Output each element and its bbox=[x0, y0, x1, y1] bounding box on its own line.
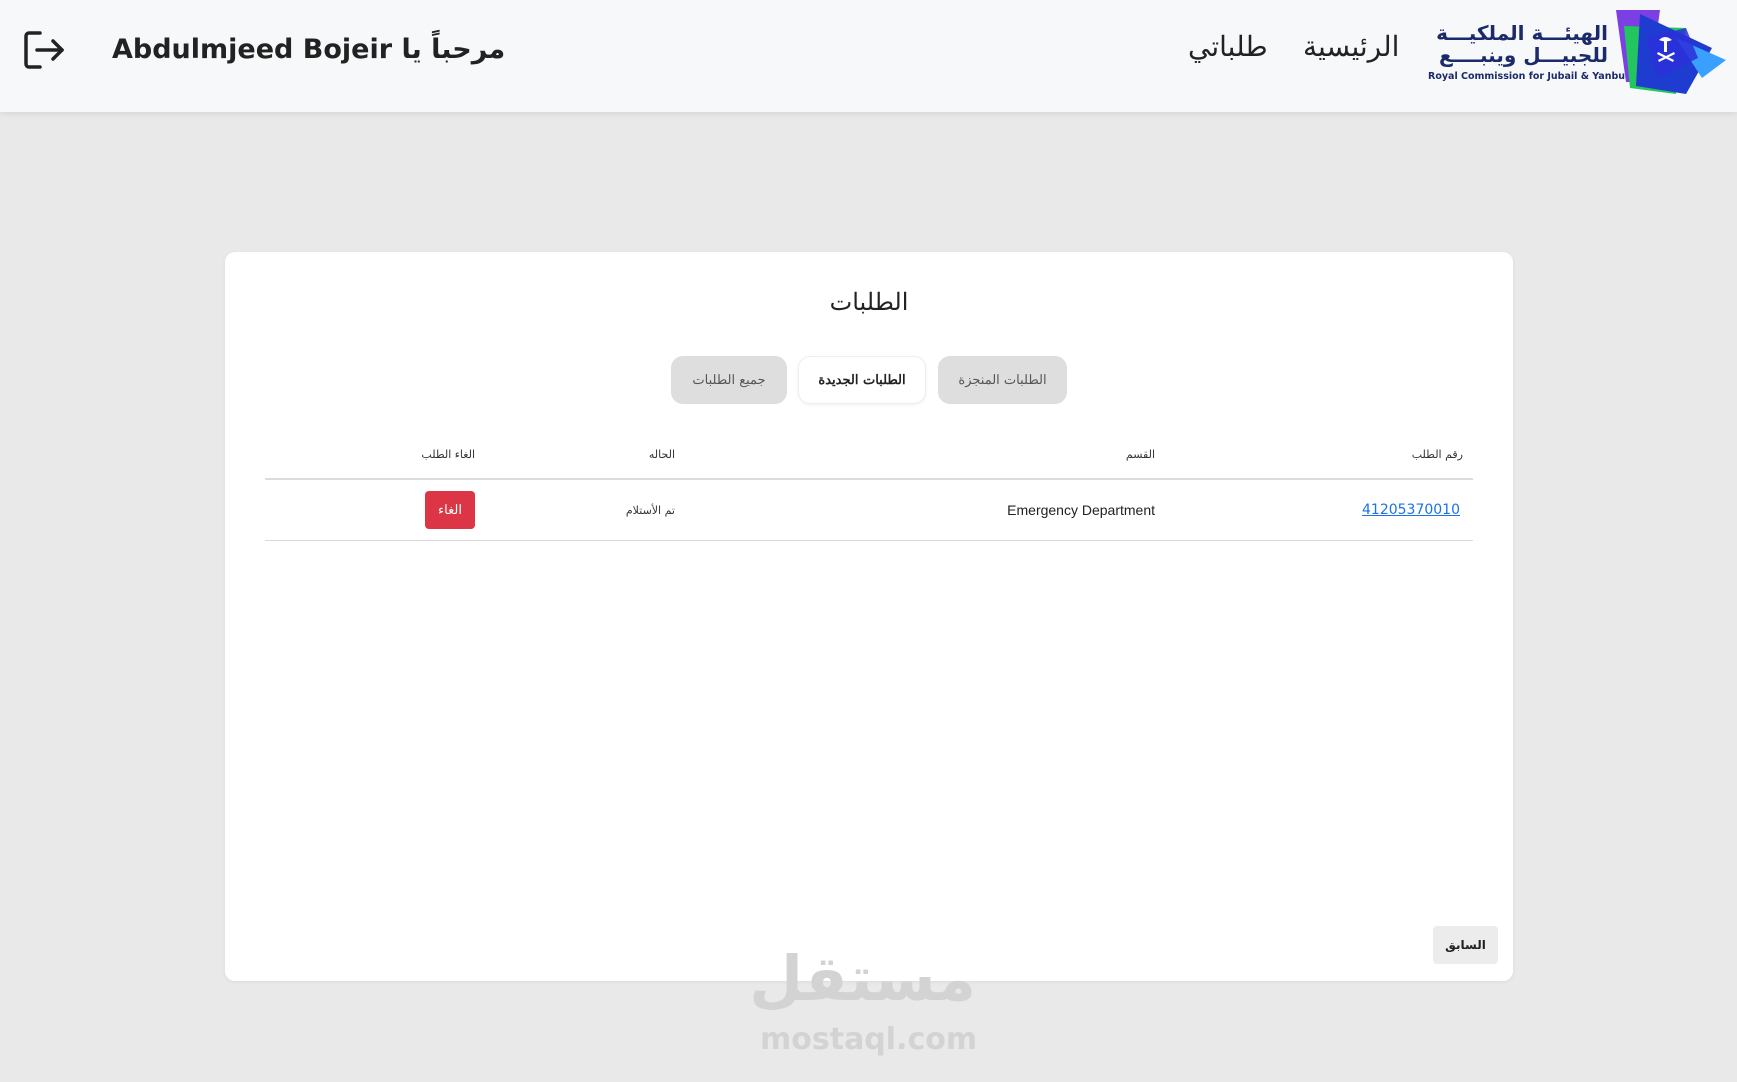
watermark-english: mostaql.com bbox=[760, 1022, 978, 1057]
page-title: الطلبات bbox=[829, 288, 909, 316]
watermark-arabic: مستقل bbox=[749, 942, 976, 1015]
tab-all-requests[interactable]: جميع الطلبات bbox=[671, 356, 787, 404]
table-row-divider bbox=[265, 540, 1473, 541]
table-header-divider bbox=[265, 478, 1473, 480]
column-header-request-number: رقم الطلب bbox=[1411, 448, 1463, 461]
logout-icon[interactable] bbox=[20, 26, 68, 74]
welcome-message: مرحباً يا Abdulmjeed Bojeir bbox=[112, 34, 506, 65]
column-header-department: القسم bbox=[1125, 448, 1155, 461]
nav-home[interactable]: الرئيسية bbox=[1303, 30, 1399, 63]
tab-completed-requests[interactable]: الطلبات المنجزة bbox=[938, 356, 1067, 404]
cancel-request-button[interactable]: الغاء bbox=[425, 491, 475, 529]
logo-arabic-line1: الهيئـــة الملكيـــة bbox=[1436, 21, 1608, 45]
tab-new-requests[interactable]: الطلبات الجديدة bbox=[798, 356, 926, 404]
status-cell: تم الأستلام bbox=[625, 504, 675, 517]
logo-english: Royal Commission for Jubail & Yanbu bbox=[1428, 71, 1626, 82]
nav-my-requests[interactable]: طلباتي bbox=[1188, 30, 1268, 63]
column-header-status: الحاله bbox=[648, 448, 675, 461]
logo-text: الهيئـــة الملكيـــة للجبيـــل وينبــــع… bbox=[1428, 21, 1626, 84]
top-header: مرحباً يا Abdulmjeed Bojeir طلباتي الرئي… bbox=[0, 0, 1737, 112]
logo-arabic-line2: للجبيـــل وينبــــع bbox=[1438, 43, 1608, 67]
requests-card: الطلبات جميع الطلبات الطلبات الجديدة الط… bbox=[225, 252, 1513, 981]
previous-button[interactable]: السابق bbox=[1433, 926, 1498, 964]
column-header-cancel: الغاء الطلب bbox=[421, 448, 475, 461]
royal-commission-logo-icon[interactable] bbox=[1616, 8, 1726, 94]
department-cell: Emergency Department bbox=[1007, 502, 1155, 518]
request-number-link[interactable]: 41205370010 bbox=[1362, 502, 1460, 518]
